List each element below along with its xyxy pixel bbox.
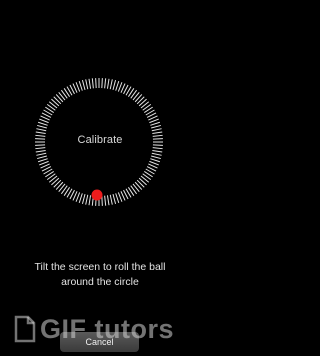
dial-tick: [91, 78, 94, 89]
cancel-button[interactable]: Cancel: [60, 332, 139, 352]
dial-tick: [152, 149, 163, 153]
dial-tick: [37, 121, 48, 126]
dial-tick: [115, 193, 120, 204]
calibration-ball[interactable]: [91, 189, 103, 201]
dial-tick: [104, 195, 107, 206]
dial-tick: [150, 158, 161, 163]
dial-tick: [37, 158, 48, 163]
dial-tick: [78, 80, 83, 91]
dial-tick: [37, 124, 47, 129]
dial-tick: [150, 121, 161, 126]
dial-tick: [101, 78, 103, 89]
dial-tick: [85, 194, 89, 205]
dial-tick: [106, 78, 110, 89]
dial-tick: [75, 192, 81, 202]
dial-tick: [151, 124, 161, 129]
dial-tick: [151, 128, 162, 132]
dial-tick: [106, 195, 110, 206]
dial-tick: [81, 80, 86, 90]
dial-tick: [151, 152, 162, 156]
dial-tick: [95, 78, 97, 89]
dial-tick: [109, 194, 113, 205]
dial-tick: [75, 82, 81, 92]
dial-tick: [85, 79, 89, 90]
calibrate-label: Calibrate: [77, 134, 123, 146]
dial-tick: [81, 194, 86, 204]
dial-tick: [151, 155, 161, 160]
dial-tick: [115, 80, 120, 91]
calibration-screen: Calibrate Tilt the screen to roll the ba…: [0, 0, 200, 356]
dial-tick: [117, 192, 123, 202]
dial-tick: [36, 152, 47, 156]
dial-tick: [149, 160, 159, 166]
dial-tick: [109, 79, 113, 90]
dial-tick: [88, 195, 92, 206]
dial-tick: [39, 160, 49, 166]
dial-tick: [112, 194, 117, 204]
dial-tick: [37, 155, 47, 160]
dial-tick: [88, 78, 92, 89]
dial-tick: [39, 118, 49, 124]
dial-tick: [117, 82, 123, 92]
calibration-dial: [35, 78, 163, 206]
dial-tick: [35, 147, 46, 150]
dial-tick: [149, 118, 159, 124]
dial-tick: [78, 193, 83, 204]
dial-tick: [112, 80, 117, 90]
dial-tick: [36, 128, 47, 132]
dial-tick: [104, 78, 107, 89]
dial-tick: [35, 149, 46, 153]
instruction-text: Tilt the screen to roll the ball around …: [34, 261, 166, 288]
dial-tick: [152, 147, 163, 150]
